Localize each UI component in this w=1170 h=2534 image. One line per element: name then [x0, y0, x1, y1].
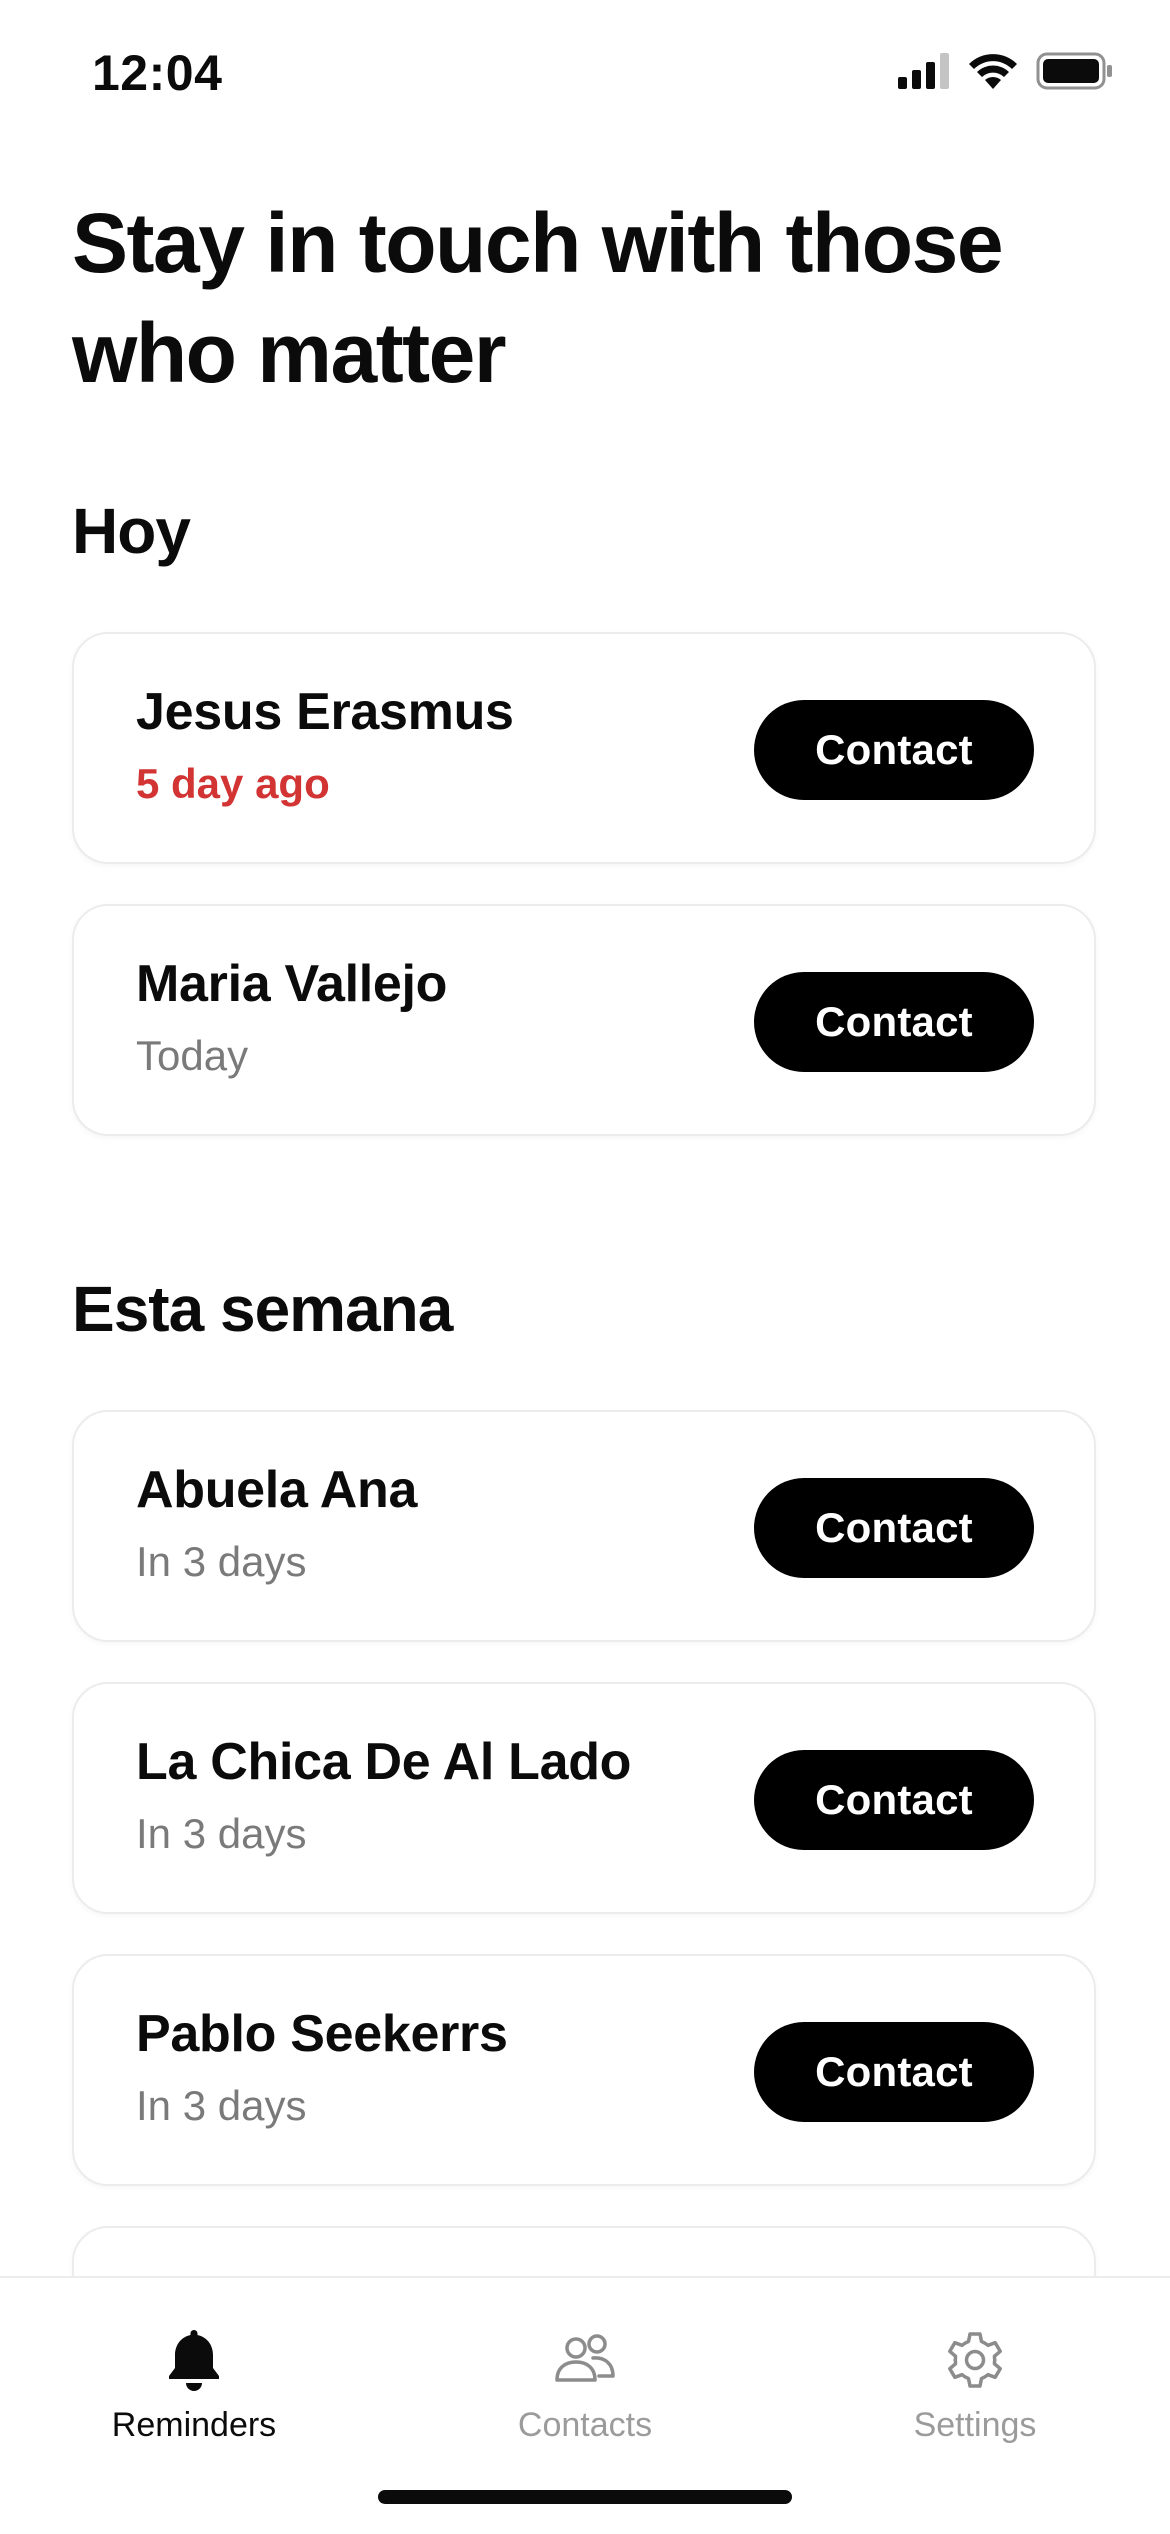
- reminder-due-status: 5 day ago: [136, 760, 330, 807]
- cellular-signal-icon: [898, 53, 949, 89]
- contact-button[interactable]: Contact: [754, 2022, 1034, 2122]
- reminder-card: Maria Vallejo Today Contact: [72, 904, 1096, 1136]
- reminder-due-status: Today: [136, 1032, 249, 1079]
- status-time: 12:04: [92, 45, 223, 101]
- reminder-card: La Chica De Al Lado In 3 days Contact: [72, 1682, 1096, 1914]
- tab-contacts[interactable]: Contacts: [435, 2324, 735, 2445]
- tab-label: Reminders: [111, 2406, 277, 2444]
- contact-name: Pablo Seekerrs: [136, 2005, 508, 2063]
- contact-button[interactable]: Contact: [754, 700, 1034, 800]
- contact-button[interactable]: Contact: [754, 972, 1034, 1072]
- section-title-hoy: Hoy: [72, 495, 191, 567]
- tab-label: Settings: [913, 2406, 1037, 2444]
- page-title: Stay in touch with those who matter: [72, 196, 1004, 400]
- contact-name: La Chica De Al Lado: [136, 1733, 632, 1791]
- tab-reminders[interactable]: Reminders: [44, 2324, 344, 2445]
- status-bar: 12:04: [0, 0, 1170, 150]
- reminder-due-status: In 3 days: [136, 1538, 307, 1585]
- contact-button[interactable]: Contact: [754, 1478, 1034, 1578]
- battery-icon: [1036, 52, 1112, 90]
- gear-icon: [948, 2332, 1002, 2388]
- contact-name: Jesus Erasmus: [136, 683, 514, 741]
- reminder-card: Pablo Seekerrs In 3 days Contact: [72, 1954, 1096, 2186]
- reminder-card: Abuela Ana In 3 days Contact: [72, 1410, 1096, 1642]
- status-icons: [898, 52, 1114, 90]
- reminder-due-status: In 3 days: [136, 1810, 307, 1857]
- contact-button[interactable]: Contact: [754, 1750, 1034, 1850]
- contact-name: Maria Vallejo: [136, 955, 448, 1013]
- reminder-due-status: In 3 days: [136, 2082, 307, 2129]
- tab-settings[interactable]: Settings: [825, 2324, 1125, 2445]
- bell-icon: [169, 2330, 219, 2391]
- contact-name: Abuela Ana: [136, 1461, 418, 1519]
- wifi-icon: [969, 54, 1017, 89]
- people-icon: [555, 2334, 615, 2382]
- home-indicator: [378, 2490, 792, 2504]
- tab-label: Contacts: [517, 2406, 653, 2444]
- section-title-esta-semana: Esta semana: [72, 1273, 453, 1345]
- reminder-card: Jesus Erasmus 5 day ago Contact: [72, 632, 1096, 864]
